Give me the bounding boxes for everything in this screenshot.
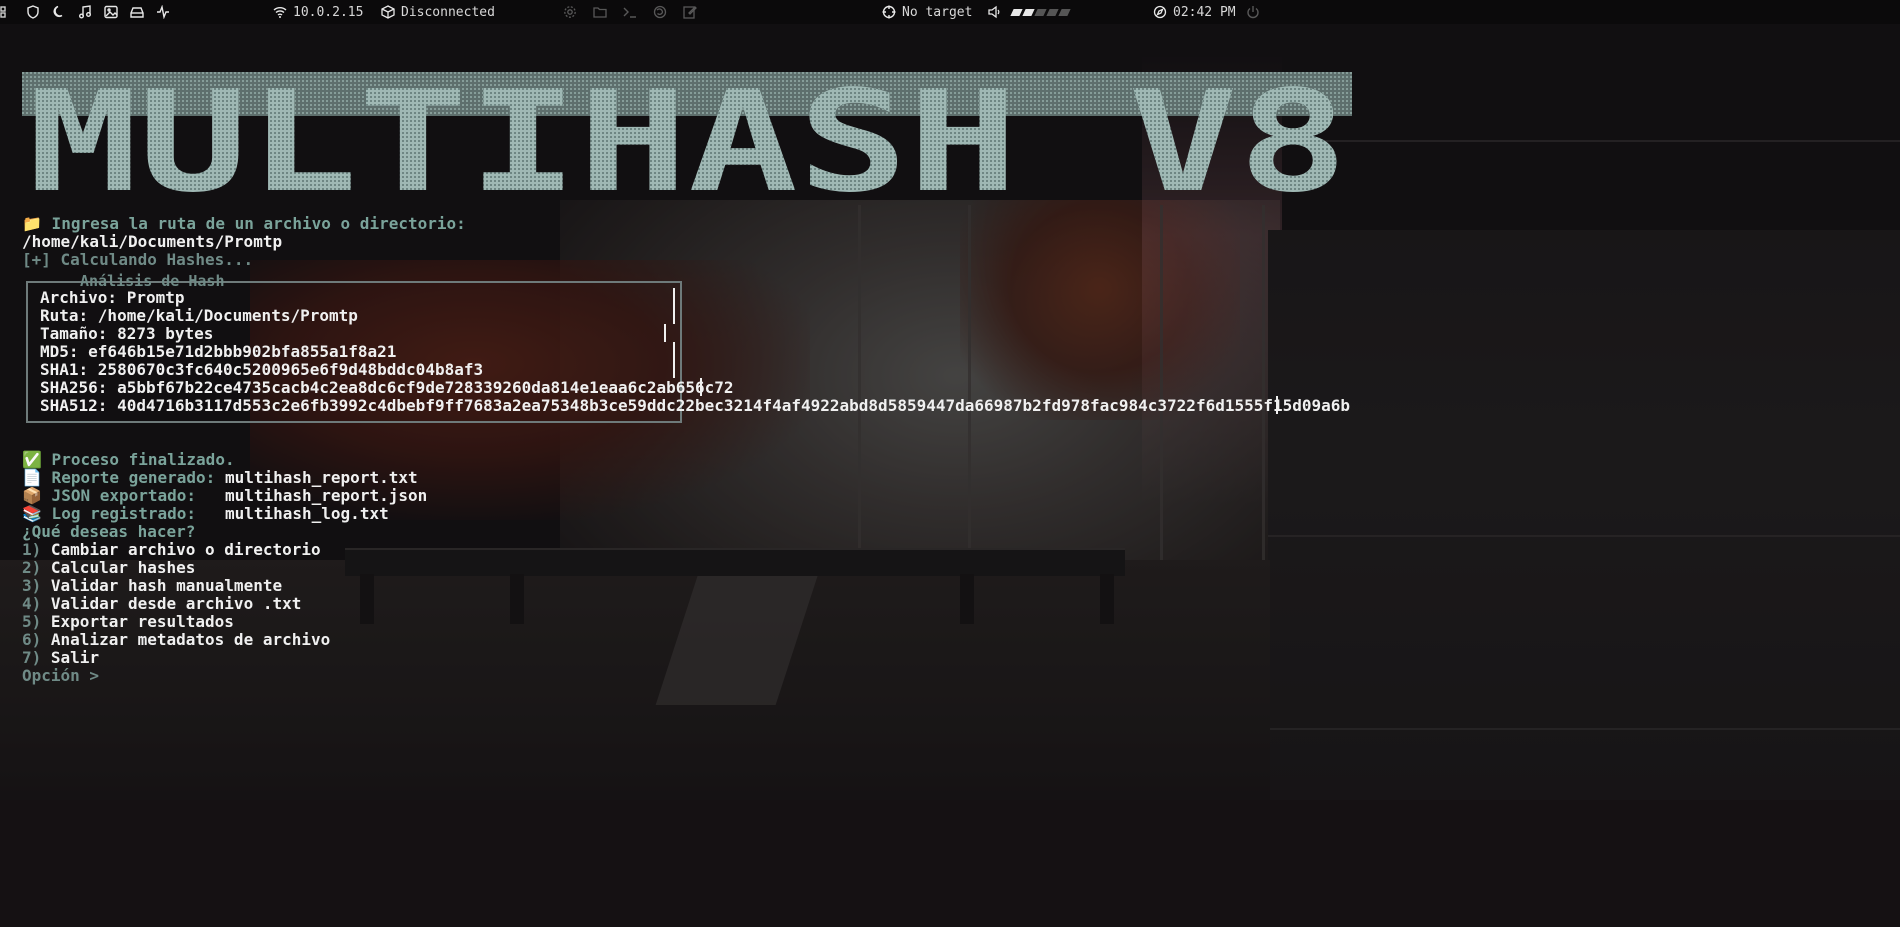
menu-option[interactable]: 5) Exportar resultados (22, 612, 234, 631)
panel-border-right (673, 288, 675, 324)
panel-border-right (673, 342, 675, 378)
menu-option-number: 4) (22, 594, 42, 613)
gear-icon[interactable] (563, 5, 577, 19)
panel-border-right (1276, 396, 1278, 414)
crosshair-icon (882, 5, 896, 19)
menu-option-number: 2) (22, 558, 42, 577)
firefox-icon[interactable] (653, 5, 667, 19)
music-icon[interactable] (78, 5, 92, 19)
menu-option-number: 7) (22, 648, 42, 667)
menu-option[interactable]: 3) Validar hash manualmente (22, 576, 282, 595)
volume-level-bars[interactable] (1010, 8, 1071, 16)
drive-icon[interactable] (130, 5, 144, 19)
menu-option[interactable]: 4) Validar desde archivo .txt (22, 594, 301, 613)
network-status[interactable]: 10.0.2.15 (273, 0, 363, 24)
menu-option[interactable]: 7) Salir (22, 648, 99, 667)
sha1-row: SHA1: 2580670c3fc640c5200965e6f9d48bddc0… (40, 360, 484, 379)
file-size-row: Tamaño: 8273 bytes (40, 324, 214, 343)
volume-bar (1058, 8, 1071, 16)
multihash-banner: MULTIHASH V8 (22, 72, 1352, 198)
sha512-row: SHA512: 40d4716b3117d553c2e6fb3992c4dbeb… (40, 396, 1351, 415)
volume-bar (1010, 8, 1023, 16)
menu-option-number: 6) (22, 630, 42, 649)
moon-icon[interactable] (52, 5, 66, 19)
volume-bar (1022, 8, 1035, 16)
menu-option-label: Analizar metadatos de archivo (50, 630, 331, 649)
terminal-icon[interactable] (623, 5, 637, 19)
menu-option-label: Salir (50, 648, 100, 667)
calculating-status: [+] Calculando Hashes... (22, 250, 254, 269)
ip-address: 10.0.2.15 (293, 4, 364, 20)
panel-border-right (664, 324, 666, 342)
top-panel-left-icons (0, 0, 170, 24)
banner-text: MULTIHASH V8 (28, 72, 1348, 198)
folder-icon[interactable] (593, 5, 607, 19)
menu-option-label: Exportar resultados (50, 612, 234, 631)
json-line: 📦 JSON exportado: multihash_report.json (22, 486, 427, 505)
menu-option-number: 1) (22, 540, 42, 559)
option-input-prompt[interactable]: Opción > (22, 666, 99, 685)
md5-row: MD5: ef646b15e71d2bbb902bfa855a1f8a21 (40, 342, 397, 361)
log-label: 📚 Log registrado: (22, 504, 197, 523)
json-label: 📦 JSON exportado: (22, 486, 197, 505)
volume-bar (1046, 8, 1059, 16)
menu-option[interactable]: 2) Calcular hashes (22, 558, 195, 577)
sha256-row: SHA256: a5bbf67b22ce4735cacb4c2ea8dc6cf9… (40, 378, 734, 397)
menu-option-number: 5) (22, 612, 42, 631)
banner-art: MULTIHASH V8 (22, 72, 1352, 198)
ask-path-prompt: 📁 Ingresa la ruta de un archivo o direct… (22, 214, 466, 233)
menu-option-label: Cambiar archivo o directorio (50, 540, 321, 559)
shield-icon[interactable] (26, 5, 40, 19)
volume-control[interactable] (988, 0, 1071, 24)
menu-option-label: Validar hash manualmente (50, 576, 283, 595)
volume-bar (1034, 8, 1047, 16)
edit-icon[interactable] (683, 5, 697, 19)
wifi-icon (273, 5, 287, 19)
json-file: multihash_report.json (224, 486, 428, 505)
menu-option[interactable]: 1) Cambiar archivo o directorio (22, 540, 321, 559)
clock[interactable]: 02:42 PM (1153, 0, 1236, 24)
clock-time: 02:42 PM (1173, 4, 1236, 20)
report-label: 📄 Reporte generado: (22, 468, 216, 487)
menu-option-label: Validar desde archivo .txt (50, 594, 302, 613)
process-finished: ✅ Proceso finalizado. (22, 450, 235, 469)
compass-icon (1153, 5, 1167, 19)
top-panel: 10.0.2.15 Disconnected No target 02:42 P… (0, 0, 1900, 24)
log-line: 📚 Log registrado: multihash_log.txt (22, 504, 389, 523)
vpn-status[interactable]: Disconnected (381, 0, 495, 24)
power-icon[interactable] (1246, 5, 1260, 19)
file-name-row: Archivo: Promtp (40, 288, 185, 307)
vpn-status-text: Disconnected (401, 4, 495, 20)
path-input-echo: /home/kali/Documents/Promtp (22, 232, 283, 251)
apps-grid-icon[interactable] (0, 5, 14, 19)
menu-option-label: Calcular hashes (50, 558, 196, 577)
menu-option[interactable]: 6) Analizar metadatos de archivo (22, 630, 330, 649)
report-file: multihash_report.txt (224, 468, 418, 487)
log-file: multihash_log.txt (224, 504, 389, 523)
report-line: 📄 Reporte generado: multihash_report.txt (22, 468, 418, 487)
speaker-icon (988, 5, 1002, 19)
image-icon[interactable] (104, 5, 118, 19)
menu-option-number: 3) (22, 576, 42, 595)
activity-icon[interactable] (156, 5, 170, 19)
cube-icon (381, 5, 395, 19)
menu-question: ¿Qué deseas hacer? (22, 522, 196, 541)
power-menu[interactable] (1246, 0, 1260, 24)
file-path-row: Ruta: /home/kali/Documents/Promtp (40, 306, 358, 325)
target-text: No target (902, 4, 973, 20)
panel-border-right (700, 378, 702, 396)
target-status[interactable]: No target (882, 0, 972, 24)
top-panel-launchers (563, 0, 697, 24)
